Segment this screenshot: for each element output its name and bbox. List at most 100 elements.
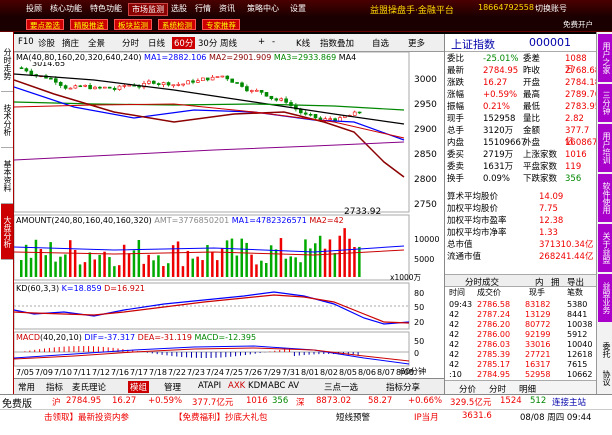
- volume-bar: [279, 238, 283, 277]
- watchlist-button[interactable]: 自选: [372, 37, 389, 49]
- tick-price: 2786.00: [477, 330, 511, 339]
- period-60min-label[interactable]: 60分钟: [400, 366, 426, 377]
- tab-trade[interactable]: 委托: [598, 338, 612, 362]
- tab-abc[interactable]: ABC: [268, 381, 285, 391]
- tick-time: :10: [449, 370, 462, 379]
- short-alert-link[interactable]: 短线预警: [336, 411, 370, 423]
- tab-protocol[interactable]: 协议: [598, 366, 612, 390]
- tool-button-1[interactable]: 要点盈选: [26, 19, 64, 30]
- ipo-link[interactable]: IP当月: [414, 411, 439, 423]
- index-overlay-button[interactable]: 指数叠加: [320, 37, 354, 49]
- sz-price: 8873.02: [316, 396, 352, 406]
- tab-about[interactable]: 关于益盟: [598, 224, 612, 272]
- sh-pct: +0.59%: [148, 396, 183, 406]
- tab-module[interactable]: 模组: [128, 381, 150, 393]
- xaxis-label: 7/25: [225, 368, 243, 377]
- left-view-tabs: 分时走势 技术分析 基本资料 大盘分析: [0, 32, 14, 394]
- news-link-1[interactable]: 击领取】最新投资内参: [44, 411, 129, 423]
- kline-panel: [14, 52, 410, 213]
- f10-button[interactable]: F10: [18, 37, 34, 47]
- ytick-2950: 2950: [414, 100, 437, 110]
- tab-common[interactable]: 常用: [18, 381, 35, 393]
- tick-price: 2786.03: [477, 340, 511, 349]
- tab-business[interactable]: 益盟业务: [598, 274, 612, 322]
- tab-export[interactable]: 导出: [567, 276, 584, 288]
- tick-row: 42 2786.03 33016 10040: [447, 340, 595, 350]
- tab-software-usage[interactable]: 软件使用: [598, 174, 612, 222]
- tick-time: 42: [449, 340, 460, 349]
- tab-atapi[interactable]: ATAPI: [198, 381, 221, 391]
- macd-label: MACD: [16, 333, 40, 342]
- tab-three-point[interactable]: 三点一选: [324, 381, 358, 393]
- zoom-out-button[interactable]: -: [272, 37, 275, 47]
- period-weekly[interactable]: 周线: [220, 37, 237, 49]
- tool-button-3[interactable]: 板块监测: [114, 19, 152, 30]
- tab-technical[interactable]: 技术分析: [1, 92, 13, 148]
- menu-item-feature[interactable]: 特色功能: [90, 3, 122, 14]
- tab-indicator[interactable]: 指标: [46, 381, 63, 393]
- zoom-in-button[interactable]: +: [258, 37, 265, 47]
- volume-bar: [235, 255, 239, 277]
- volume-bar: [186, 250, 190, 277]
- tab-market-analysis[interactable]: 大盘分析: [1, 204, 13, 260]
- quote-value: 2.82: [565, 114, 584, 124]
- news-link-2[interactable]: 【免费福利】抄底大礼包: [174, 411, 268, 423]
- tool-button-2[interactable]: 精股推送: [70, 19, 108, 30]
- connection-status[interactable]: 连接主站: [552, 396, 586, 408]
- panorama-button[interactable]: 全景: [88, 37, 105, 49]
- tab-user-training[interactable]: 用户培训: [598, 124, 612, 172]
- candle-body: [127, 84, 132, 87]
- tab-axk[interactable]: AXK: [228, 381, 245, 391]
- tab-av[interactable]: AV: [288, 381, 299, 391]
- tab-kdm[interactable]: KDM: [248, 381, 267, 391]
- tab-intraday[interactable]: 分时走势: [1, 36, 13, 92]
- menu-item-quotes[interactable]: 行情: [195, 3, 211, 14]
- period-60min[interactable]: 60分: [172, 37, 196, 49]
- menu-item-settings[interactable]: 设置: [290, 3, 306, 14]
- tab-three-minutes[interactable]: 三分钟: [598, 84, 612, 122]
- tick-time: 42: [449, 360, 460, 369]
- menu-item-core[interactable]: 核心功能: [50, 3, 82, 14]
- vol-ytick-10000: 10000: [414, 235, 439, 244]
- diagnose-button[interactable]: 诊股: [38, 37, 55, 49]
- track-button[interactable]: 摘庄: [62, 37, 79, 49]
- candle-body: [245, 86, 249, 92]
- tick-bottom-tabs: 分价 分时 明细: [445, 380, 597, 395]
- chart-area[interactable]: 3000 2950 2900 2850 2800 2750 10000 5000…: [14, 52, 444, 394]
- tab-hold[interactable]: 拥: [551, 276, 560, 288]
- period-intraday[interactable]: 分时: [122, 37, 139, 49]
- tab-user-home[interactable]: 用户之家: [598, 34, 612, 82]
- menu-item-strategy[interactable]: 策略中心: [247, 3, 279, 14]
- free-account-link[interactable]: 免费开户: [560, 19, 596, 30]
- switch-account-link[interactable]: 切换账号: [535, 3, 567, 14]
- xaxis-label: 8/01: [301, 368, 319, 377]
- quote-label: 最低: [523, 102, 541, 112]
- quote-label: 现手: [447, 114, 465, 124]
- tab-indicator-share[interactable]: 指标分享: [386, 381, 420, 393]
- tick-count: 10040: [567, 340, 593, 349]
- period-daily[interactable]: 日线: [148, 37, 165, 49]
- tool-button-4[interactable]: 系统检测: [158, 19, 196, 30]
- tab-fundamentals[interactable]: 基本资料: [1, 148, 13, 204]
- tab-inner[interactable]: 内: [535, 276, 544, 288]
- amount-legend: AMOUNT(240,80,160,40,160,320) AMT=377685…: [16, 216, 344, 225]
- more-button[interactable]: 更多: [408, 37, 425, 49]
- menu-item-advisor[interactable]: 投顾: [26, 3, 42, 14]
- kline-button[interactable]: K线: [296, 37, 310, 49]
- tick-volume: 33016: [525, 340, 551, 349]
- tool-button-5[interactable]: 专家推荐: [202, 19, 240, 30]
- volume-bar: [20, 260, 23, 277]
- tab-tick-trade[interactable]: 分时成交: [465, 276, 499, 288]
- tab-mai-theory[interactable]: 麦氏理论: [72, 381, 106, 393]
- chart-canvas[interactable]: 3000 2950 2900 2850 2800 2750 10000 5000…: [14, 52, 444, 378]
- menu-item-news[interactable]: 资讯: [219, 3, 235, 14]
- period-30min[interactable]: 30分: [198, 37, 217, 49]
- menu-item-market-monitor[interactable]: 市场监测: [128, 3, 168, 16]
- quote-row: 换手 0.09% 下跌家数 356: [447, 174, 595, 185]
- stat-label: 流通市值: [447, 252, 482, 262]
- sz-amount: 329.5亿元: [450, 398, 492, 408]
- volume-bar: [142, 263, 145, 277]
- tab-manage[interactable]: 管理: [164, 381, 181, 393]
- menu-item-stock-pick[interactable]: 选股: [171, 3, 187, 14]
- candle-body: [205, 77, 210, 81]
